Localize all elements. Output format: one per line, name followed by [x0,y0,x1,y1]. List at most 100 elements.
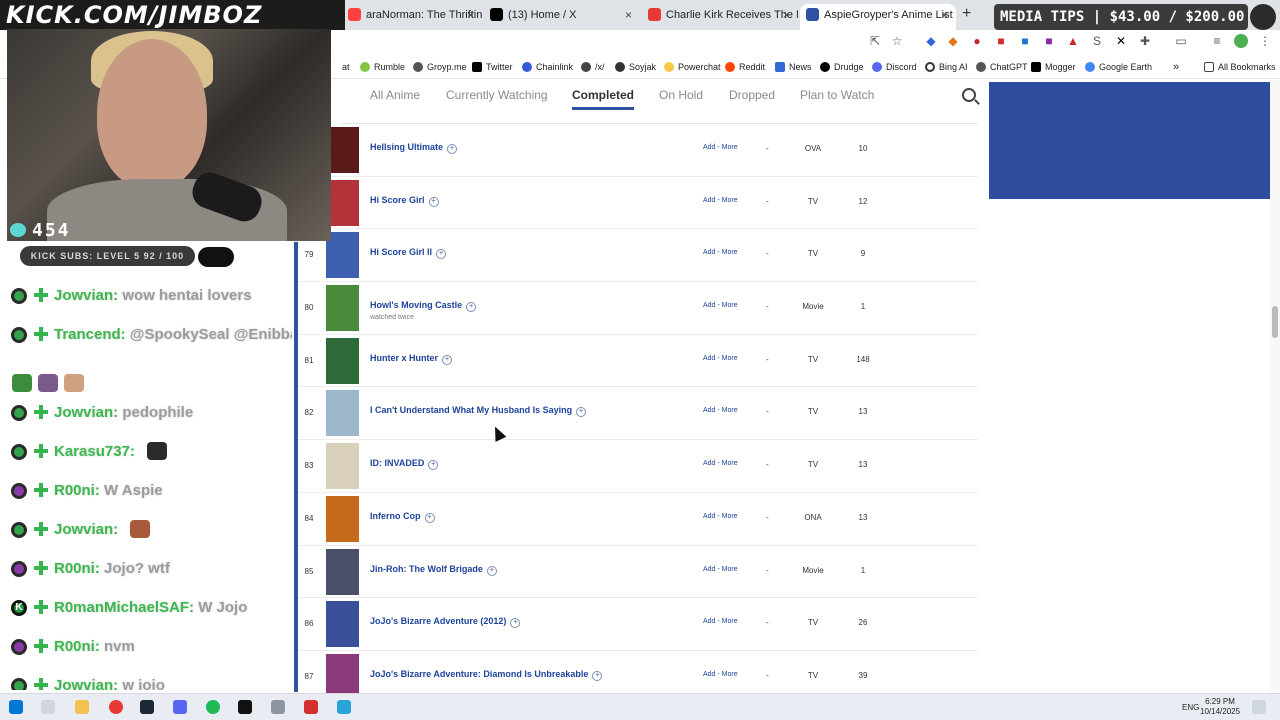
bookmark-item[interactable]: at [342,61,350,73]
discord-icon[interactable] [173,700,187,714]
extension-icon[interactable]: ◆ [924,34,938,48]
progress-cell[interactable]: 9 [850,249,876,258]
extension-icon[interactable]: ■ [1018,34,1032,48]
close-icon[interactable]: × [467,4,474,26]
chat-username[interactable]: R00ni: W Aspie [54,471,163,510]
tag-icon[interactable]: + [510,618,521,629]
app-icon[interactable] [304,700,318,714]
anime-cover[interactable] [326,653,359,694]
anime-title-link[interactable]: Jin-Roh: The Wolf Brigade + [370,564,497,576]
extension-icon[interactable]: ▲ [1066,34,1080,48]
notification-icon[interactable] [1252,700,1266,714]
add-more-link[interactable]: Add - More [703,144,738,151]
score-cell[interactable]: - [766,407,769,416]
progress-cell[interactable]: 13 [850,460,876,469]
app-icon[interactable] [238,700,252,714]
menu-list-icon[interactable]: ≡ [1210,34,1224,48]
score-cell[interactable]: - [766,671,769,680]
tag-icon[interactable]: + [436,249,447,260]
add-more-link[interactable]: Add - More [703,407,738,414]
bookmark-twitter[interactable]: Twitter [472,61,513,73]
tab-all-anime[interactable]: All Anime [370,88,420,102]
metamask-icon[interactable]: ◆ [946,34,960,48]
chat-username[interactable]: R0manMichaelSAF: W Jojo [54,588,247,627]
bookmark-drudge[interactable]: Drudge [820,61,864,73]
add-more-link[interactable]: Add - More [703,460,738,467]
score-cell[interactable]: - [766,618,769,627]
system-clock[interactable]: 6:29 PM 10/14/2025 [1200,697,1240,717]
bookmark-x-board[interactable]: /x/ [581,61,605,73]
anime-cover[interactable] [326,390,359,437]
score-cell[interactable]: - [766,197,769,206]
tab-charlie-kirk[interactable]: Charlie Kirk Receives The M × [642,4,798,30]
tag-icon[interactable]: + [442,354,453,365]
tab-dropped[interactable]: Dropped [729,88,775,102]
all-bookmarks-button[interactable]: All Bookmarks [1204,61,1276,73]
chat-username[interactable]: Jowvian: pedophile [54,393,193,432]
x-icon[interactable]: ✕ [1114,34,1128,48]
bookmark-news[interactable]: News [775,61,812,73]
score-cell[interactable]: - [766,355,769,364]
tab-thrifting[interactable]: araNorman: The Thrifting' Of × [342,4,482,30]
score-cell[interactable]: - [766,513,769,522]
anime-cover[interactable] [326,495,359,542]
bookmark-powerchat[interactable]: Powerchat [664,61,721,73]
anime-cover[interactable] [326,443,359,490]
extension-icon[interactable]: ● [970,34,984,48]
more-bookmarks-button[interactable]: » [1173,61,1179,73]
progress-cell[interactable]: 39 [850,671,876,680]
bookmark-soyjak[interactable]: Soyjak [615,61,656,73]
kebab-menu-icon[interactable]: ⋮ [1258,34,1272,48]
chat-username[interactable]: R00ni: nvm [54,627,135,666]
extension-icon[interactable]: ■ [1042,34,1056,48]
anime-title-link[interactable]: Hunter x Hunter + [370,353,453,365]
anime-title-link[interactable]: Hi Score Girl + [370,195,439,207]
add-more-link[interactable]: Add - More [703,302,738,309]
windows-start-icon[interactable] [9,700,23,714]
score-cell[interactable]: - [766,302,769,311]
add-more-link[interactable]: Add - More [703,249,738,256]
bookmark-star-icon[interactable]: ☆ [890,34,904,48]
tab-currently-watching[interactable]: Currently Watching [446,88,548,102]
tag-icon[interactable]: + [592,670,603,681]
anime-title-link[interactable]: Howl's Moving Castle + [370,300,477,313]
spotify-icon[interactable] [206,700,220,714]
anime-title-link[interactable]: ID: INVADED + [370,458,439,471]
add-more-link[interactable]: Add - More [703,671,738,678]
tag-icon[interactable]: + [428,196,439,207]
telegram-icon[interactable] [337,700,351,714]
tag-icon[interactable]: + [486,565,497,576]
chat-username[interactable]: Jowvian: [54,510,156,549]
anime-cover[interactable] [326,601,359,648]
score-cell[interactable]: - [766,460,769,469]
anime-title-link[interactable]: Hellsing Ultimate + [370,142,458,154]
progress-cell[interactable]: 10 [850,144,876,153]
anime-cover[interactable] [326,285,359,332]
puzzle-icon[interactable]: ✚ [1138,34,1152,48]
close-icon[interactable]: × [941,4,948,26]
anime-title-link[interactable]: Inferno Cop + [370,511,435,523]
language-indicator[interactable]: ENG [1182,703,1199,712]
sidebar-icon[interactable]: ▭ [1174,34,1188,48]
new-tab-button[interactable]: + [962,5,971,23]
tag-icon[interactable]: + [447,144,458,154]
extension-icon[interactable]: ■ [994,34,1008,48]
score-cell[interactable]: - [766,144,769,153]
task-view-icon[interactable] [41,700,55,714]
progress-cell[interactable]: 13 [850,513,876,522]
bookmark-chainlink[interactable]: Chainlink [522,61,573,73]
anime-cover[interactable] [326,337,359,384]
progress-cell[interactable]: 13 [850,407,876,416]
progress-cell[interactable]: 148 [850,355,876,364]
chrome-icon[interactable] [109,700,123,714]
bookmark-google-earth[interactable]: Google Earth [1085,61,1152,73]
scrollbar[interactable] [1270,80,1280,692]
app-icon[interactable] [271,700,285,714]
chat-username[interactable]: Karasu737: [54,432,173,471]
chat-username[interactable]: Trancend: @SpookySeal @Enibba [54,315,292,354]
anime-title-link[interactable]: JoJo's Bizarre Adventure: Diamond Is Unb… [370,669,603,681]
chat-username[interactable]: Jowvian: w jojo [54,666,165,690]
steam-icon[interactable] [140,700,154,714]
chat-username[interactable]: R00ni: Jojo? wtf [54,549,170,588]
install-icon[interactable]: ⇱ [868,34,882,48]
